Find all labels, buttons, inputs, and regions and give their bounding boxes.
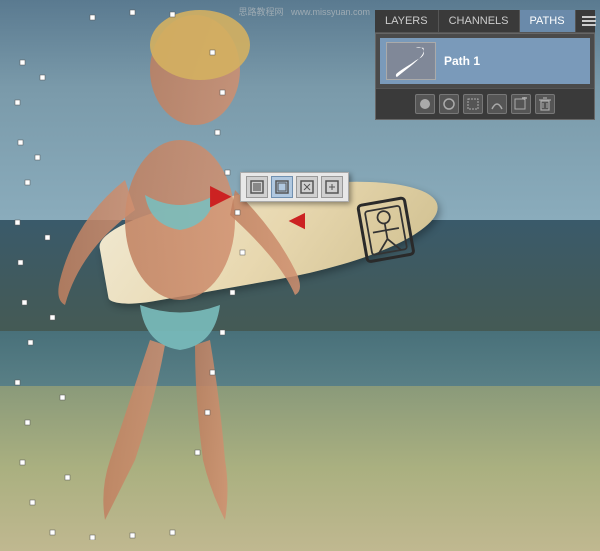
delete-path-icon[interactable] [535,94,555,114]
panel-menu-icon[interactable] [581,15,597,27]
tab-layers[interactable]: LAYERS [375,10,439,32]
arrow-left-indicator: ◀ [210,178,232,211]
arrow-up-indicator: ▲ [280,207,312,235]
paths-panel-body: Path 1 [375,33,595,120]
toolbar-icon-1[interactable] [246,176,268,198]
paths-panel-toolbar [376,88,594,119]
load-selection-icon[interactable] [463,94,483,114]
panels-container: LAYERS CHANNELS PATHS Path 1 [375,10,595,120]
stroke-path-icon[interactable] [439,94,459,114]
fill-path-icon[interactable] [415,94,435,114]
toolbar-icon-2[interactable] [271,176,293,198]
surfboard-symbol [356,196,416,264]
panel-tabs: LAYERS CHANNELS PATHS [375,10,595,33]
add-layer-mask-icon[interactable] [511,94,531,114]
woman-figure [40,0,320,540]
toolbar-icon-4[interactable] [321,176,343,198]
path-thumbnail-1 [386,42,436,80]
path-item-1[interactable]: Path 1 [380,38,590,84]
tab-paths[interactable]: PATHS [520,10,576,32]
watermark: 思路教程网 www.missyuan.com [238,5,370,18]
toolbar-icon-3[interactable] [296,176,318,198]
path-item-1-label: Path 1 [444,54,480,68]
make-work-path-icon[interactable] [487,94,507,114]
panel-tab-icons [576,12,600,30]
floating-toolbar[interactable] [240,172,349,202]
tab-channels[interactable]: CHANNELS [439,10,520,32]
